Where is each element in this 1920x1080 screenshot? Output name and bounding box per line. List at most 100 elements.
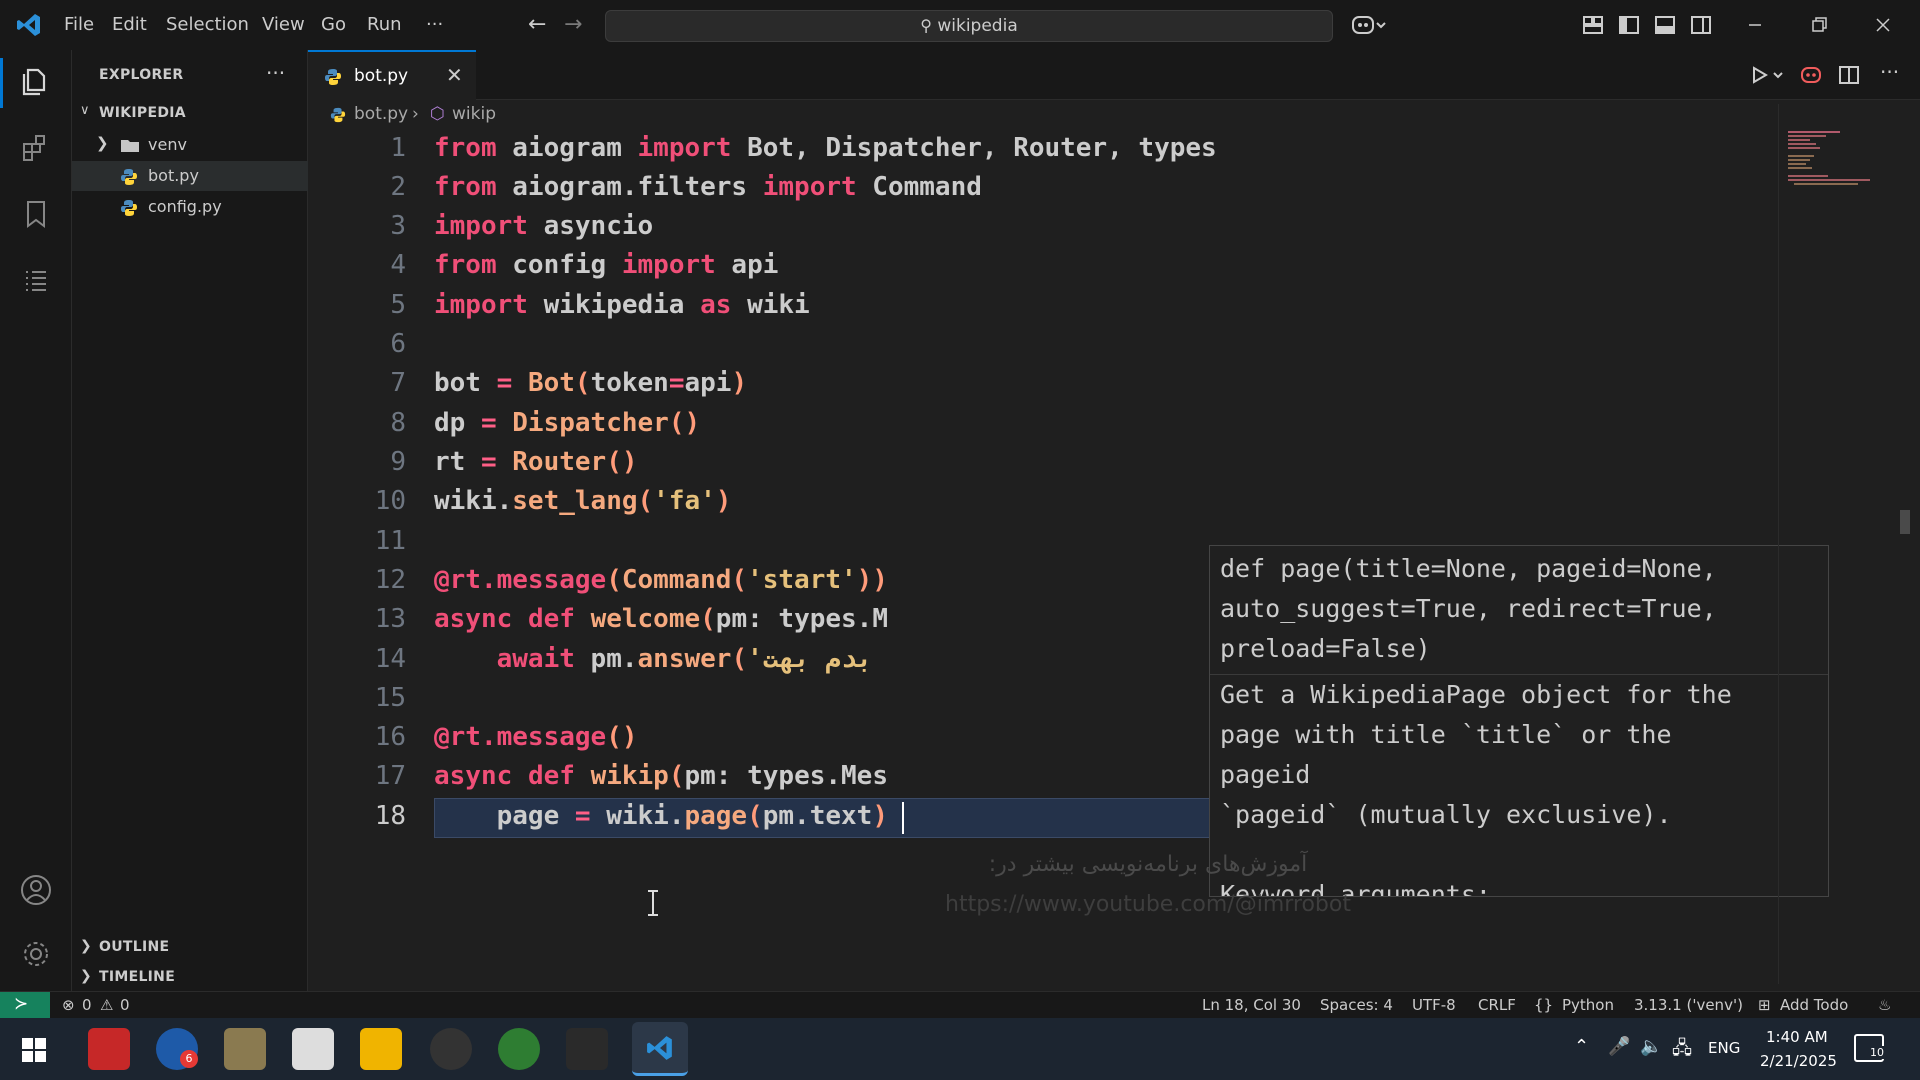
hover-signature-line: preload=False) xyxy=(1220,634,1431,663)
error-count[interactable]: 0 xyxy=(82,996,92,1014)
menu-go[interactable]: Go xyxy=(321,14,346,35)
close-window-icon[interactable] xyxy=(1870,12,1896,38)
language-mode[interactable]: Python xyxy=(1562,996,1614,1014)
line-number: 8 xyxy=(390,408,406,438)
hover-doc-line: Get a WikipediaPage object for the xyxy=(1220,680,1732,709)
windows-start-icon[interactable] xyxy=(22,1038,46,1062)
telegram-icon[interactable]: 6 xyxy=(156,1028,198,1070)
menu-run[interactable]: Run xyxy=(367,14,402,35)
restore-icon[interactable] xyxy=(1806,12,1832,38)
line-number: 2 xyxy=(390,172,406,202)
scrollbar-thumb[interactable] xyxy=(1900,510,1910,534)
menu-edit[interactable]: Edit xyxy=(112,14,147,35)
outline-section[interactable]: ❯ OUTLINE xyxy=(72,934,308,962)
line-number: 10 xyxy=(374,486,406,516)
minimap-border xyxy=(1778,104,1779,984)
run-python-icon[interactable] xyxy=(1748,64,1788,86)
encoding[interactable]: UTF-8 xyxy=(1412,996,1456,1014)
hover-signature-line: auto_suggest=True, redirect=True, xyxy=(1220,594,1717,623)
hover-doc-line: page with title `title` or the xyxy=(1220,720,1672,749)
network-icon[interactable]: 🖧 xyxy=(1672,1036,1692,1066)
breadcrumb-symbol[interactable]: wikip xyxy=(452,104,496,124)
chevron-right-icon: ❯ xyxy=(96,134,109,152)
code-line: from config import api xyxy=(434,250,779,280)
python-file-icon xyxy=(121,200,137,216)
forward-arrow-icon[interactable]: → xyxy=(564,12,582,37)
menu-more[interactable]: ··· xyxy=(426,14,443,35)
active-indicator xyxy=(0,58,3,108)
warning-count[interactable]: 0 xyxy=(120,996,130,1014)
tab-bot-py[interactable]: bot.py ✕ xyxy=(308,50,476,100)
python-interpreter[interactable]: 3.13.1 ('venv') xyxy=(1634,996,1743,1014)
bookmark-icon[interactable] xyxy=(18,196,54,232)
line-number: 14 xyxy=(374,644,406,674)
archive-app-icon[interactable] xyxy=(224,1028,266,1070)
account-icon[interactable] xyxy=(18,872,54,908)
vscode-taskbar-icon[interactable] xyxy=(632,1022,688,1076)
settings-gear-icon[interactable] xyxy=(18,936,54,972)
code-editor[interactable]: bot.py › ⬡ wikip 1 2 3 4 5 6 7 8 9 10 11… xyxy=(308,100,1920,991)
clock-date[interactable]: 2/21/2025 xyxy=(1760,1052,1837,1070)
code-line: await pm.answer('بدم بهت xyxy=(496,644,873,674)
minimize-icon[interactable] xyxy=(1742,12,1768,38)
file-explorer-icon[interactable] xyxy=(360,1028,402,1070)
vscode-logo-icon xyxy=(17,14,40,36)
tree-item-config-py[interactable]: config.py xyxy=(72,192,308,222)
watermark-url: https://www.youtube.com/@imrrobot xyxy=(945,892,1351,917)
toggle-panel-icon[interactable] xyxy=(1652,12,1678,38)
back-arrow-icon[interactable]: ← xyxy=(528,12,546,37)
app-icon-red[interactable] xyxy=(88,1028,130,1070)
remote-indicator[interactable]: ≻ xyxy=(0,992,50,1019)
code-line: wiki.set_lang('fa') xyxy=(434,486,732,516)
line-number: 3 xyxy=(390,211,406,241)
explorer-sidebar: EXPLORER ··· ∨ WIKIPEDIA ❯ venv bot.py c… xyxy=(72,50,308,991)
notifications-bell-icon[interactable]: ♨ xyxy=(1878,996,1891,1014)
notification-center-icon[interactable]: 10 xyxy=(1854,1034,1886,1062)
tree-item-label: bot.py xyxy=(148,166,199,185)
customize-layout-icon[interactable] xyxy=(1580,12,1606,38)
tray-expand-icon[interactable]: ⌃ xyxy=(1574,1036,1589,1057)
notification-count: 10 xyxy=(1868,1046,1886,1059)
command-center-search[interactable]: ⚲ wikipedia xyxy=(605,10,1333,42)
toggle-secondary-sidebar-icon[interactable] xyxy=(1688,12,1714,38)
split-editor-icon[interactable] xyxy=(1836,62,1862,88)
microphone-icon[interactable]: 🎤 xyxy=(1608,1036,1630,1057)
timeline-section[interactable]: ❯ TIMELINE xyxy=(72,964,308,992)
chrome-icon[interactable] xyxy=(498,1028,540,1070)
tree-item-venv[interactable]: ❯ venv xyxy=(72,130,308,160)
hover-doc-line: `pageid` (mutually exclusive). xyxy=(1220,800,1672,829)
indentation[interactable]: Spaces: 4 xyxy=(1320,996,1393,1014)
toggle-primary-sidebar-icon[interactable] xyxy=(1616,12,1642,38)
terminal-icon[interactable] xyxy=(566,1028,608,1070)
error-icon: ⊗ xyxy=(62,996,75,1014)
line-number: 16 xyxy=(374,722,406,752)
todo-list-icon[interactable] xyxy=(18,262,54,298)
activity-bar xyxy=(0,50,72,991)
extensions-icon[interactable] xyxy=(18,130,54,166)
explorer-icon[interactable] xyxy=(18,62,54,98)
menu-view[interactable]: View xyxy=(262,14,305,35)
chevron-down-icon: ∨ xyxy=(80,103,90,118)
menu-selection[interactable]: Selection xyxy=(166,14,249,35)
breadcrumb-file[interactable]: bot.py xyxy=(354,104,408,124)
explorer-more-button[interactable]: ··· xyxy=(266,61,285,85)
minimap[interactable] xyxy=(1780,130,1900,190)
menu-file[interactable]: File xyxy=(64,14,94,35)
copilot-chat-icon[interactable] xyxy=(1798,62,1824,88)
text-editor-app-icon[interactable] xyxy=(292,1028,334,1070)
end-of-line[interactable]: CRLF xyxy=(1478,996,1516,1014)
tree-item-bot-py[interactable]: bot.py xyxy=(72,161,308,191)
add-todo[interactable]: Add Todo xyxy=(1780,996,1848,1014)
code-line: dp = Dispatcher() xyxy=(434,408,701,438)
cursor-position[interactable]: Ln 18, Col 30 xyxy=(1202,996,1301,1014)
search-text: wikipedia xyxy=(937,16,1018,36)
hover-doc-line: pageid xyxy=(1220,760,1311,789)
clock-time[interactable]: 1:40 AM xyxy=(1766,1028,1828,1046)
opera-icon[interactable] xyxy=(430,1028,472,1070)
copilot-icon[interactable] xyxy=(1351,13,1387,37)
folder-header-wikipedia[interactable]: ∨ WIKIPEDIA xyxy=(72,100,308,128)
input-language[interactable]: ENG xyxy=(1708,1039,1740,1057)
volume-icon[interactable]: 🔈 xyxy=(1640,1036,1662,1057)
editor-more-actions-icon[interactable]: ··· xyxy=(1880,60,1899,84)
close-tab-icon[interactable]: ✕ xyxy=(446,63,463,87)
